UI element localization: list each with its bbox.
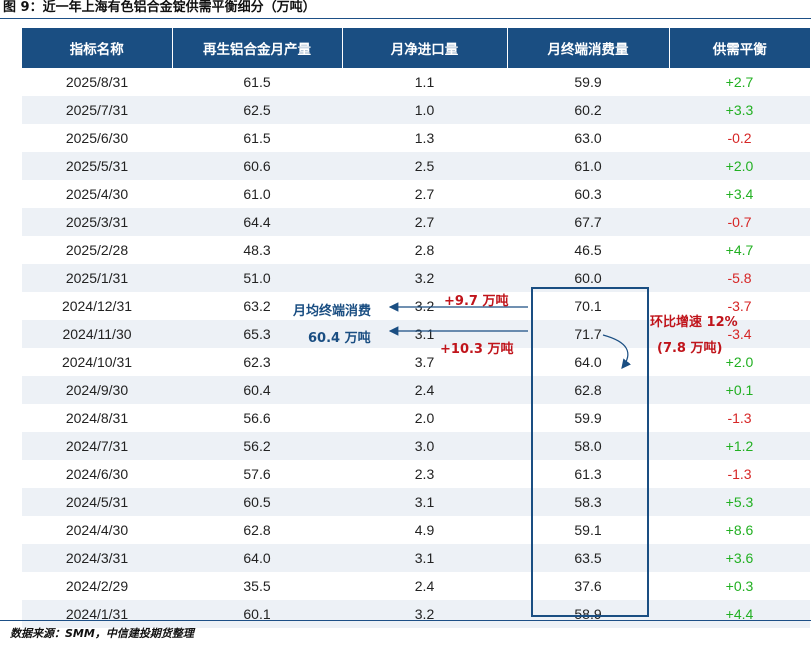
dec-diff-label: +9.7 万吨	[444, 294, 509, 309]
footer-divider	[0, 620, 811, 621]
nov-diff-label: +10.3 万吨	[440, 342, 514, 357]
source-note: 数据来源：SMM，中信建投期货整理	[10, 627, 194, 640]
avg-consumption-value: 60.4 万吨	[308, 331, 371, 346]
avg-consumption-label: 月均终端消费	[293, 304, 372, 319]
mom-growth-label: 环比增速 12%	[650, 315, 738, 330]
mom-growth-value: (7.8 万吨)	[657, 341, 723, 356]
arrow-mom	[602, 334, 631, 369]
